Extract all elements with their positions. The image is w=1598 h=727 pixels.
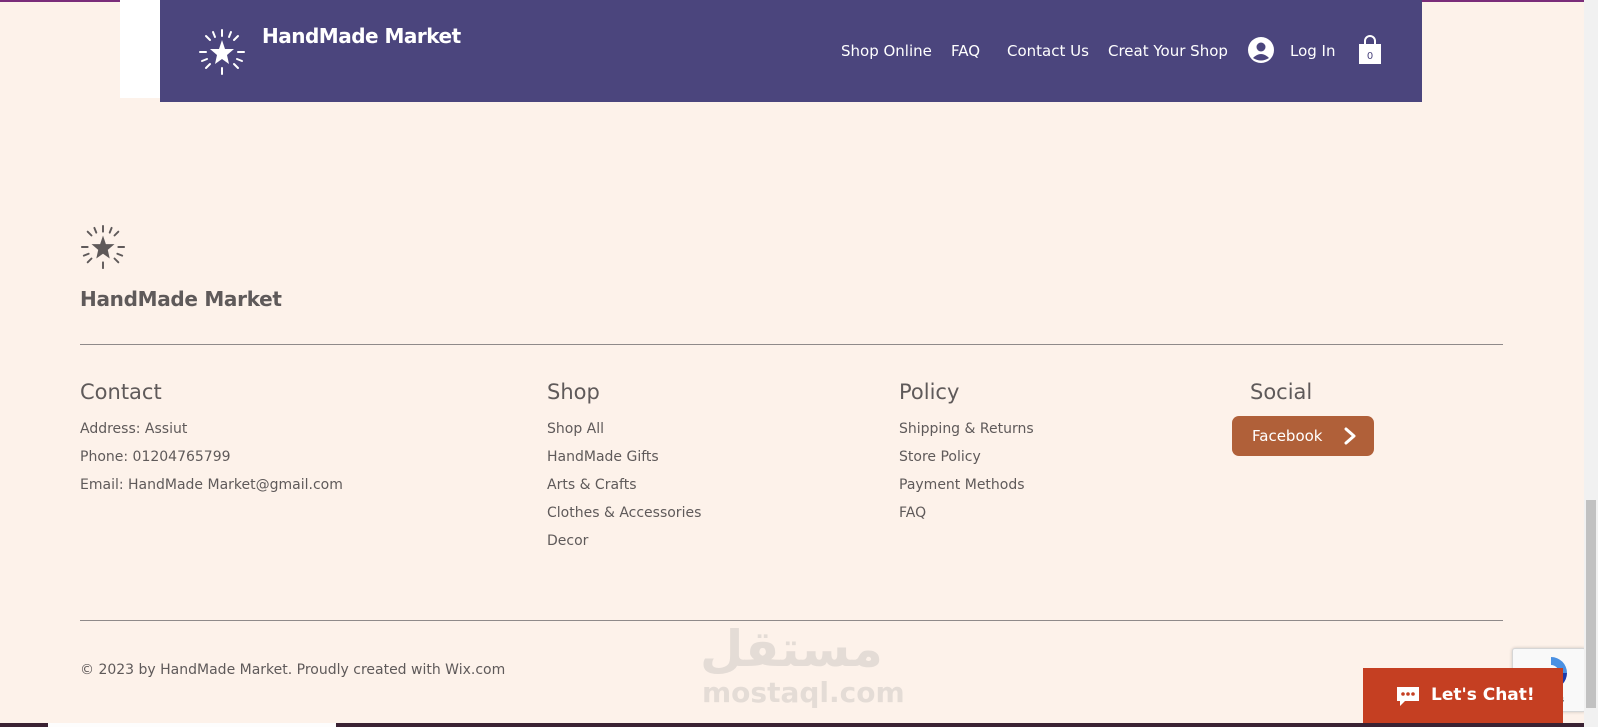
shop-link-gifts[interactable]: HandMade Gifts [547, 449, 659, 465]
shop-link-arts-crafts[interactable]: Arts & Crafts [547, 477, 637, 493]
policy-heading: Policy [899, 380, 960, 404]
taskbar-edge-segment [48, 723, 336, 727]
lets-chat-button[interactable]: Let's Chat! [1363, 668, 1563, 727]
chevron-right-icon [1344, 427, 1356, 445]
contact-heading: Contact [80, 380, 162, 404]
social-heading: Social [1250, 380, 1313, 404]
nav-shop-online[interactable]: Shop Online [841, 42, 932, 60]
policy-link-store[interactable]: Store Policy [899, 449, 981, 465]
nav-create-your-shop[interactable]: Creat Your Shop [1108, 42, 1228, 60]
cart-count: 0 [1367, 51, 1373, 62]
header-brand[interactable]: HandMade Market [262, 24, 461, 48]
policy-link-shipping[interactable]: Shipping & Returns [899, 421, 1034, 437]
site-header: HandMade Market Shop Online FAQ Contact … [160, 0, 1422, 102]
star-burst-logo-icon[interactable] [198, 28, 246, 76]
nav-contact-us[interactable]: Contact Us [1007, 42, 1089, 60]
user-avatar-icon[interactable] [1248, 37, 1274, 63]
shop-heading: Shop [547, 380, 600, 404]
policy-link-faq[interactable]: FAQ [899, 505, 926, 521]
footer-star-burst-logo-icon [80, 224, 126, 270]
contact-address: Address: Assiut [80, 421, 188, 437]
watermark-arabic: مستقل [700, 620, 883, 678]
contact-email[interactable]: Email: HandMade Market@gmail.com [80, 477, 343, 493]
policy-link-payment[interactable]: Payment Methods [899, 477, 1025, 493]
shopping-bag-icon[interactable]: 0 [1358, 35, 1382, 65]
contact-phone: Phone: 01204765799 [80, 449, 231, 465]
shop-link-all[interactable]: Shop All [547, 421, 604, 437]
watermark-latin: mostaql.com [702, 676, 905, 709]
shop-link-clothes[interactable]: Clothes & Accessories [547, 505, 701, 521]
lets-chat-label: Let's Chat! [1431, 685, 1535, 705]
header-left-strip [120, 0, 160, 98]
copyright-text: © 2023 by HandMade Market. Proudly creat… [80, 662, 506, 678]
shop-link-decor[interactable]: Decor [547, 533, 588, 549]
login-link[interactable]: Log In [1290, 42, 1336, 60]
facebook-button[interactable]: Facebook [1232, 416, 1374, 456]
footer-divider-top [80, 344, 1503, 345]
nav-faq[interactable]: FAQ [951, 42, 980, 60]
facebook-button-label: Facebook [1252, 427, 1323, 445]
footer-brand: HandMade Market [80, 287, 282, 311]
scrollbar-thumb[interactable] [1586, 500, 1596, 708]
chat-bubble-icon [1397, 687, 1419, 706]
